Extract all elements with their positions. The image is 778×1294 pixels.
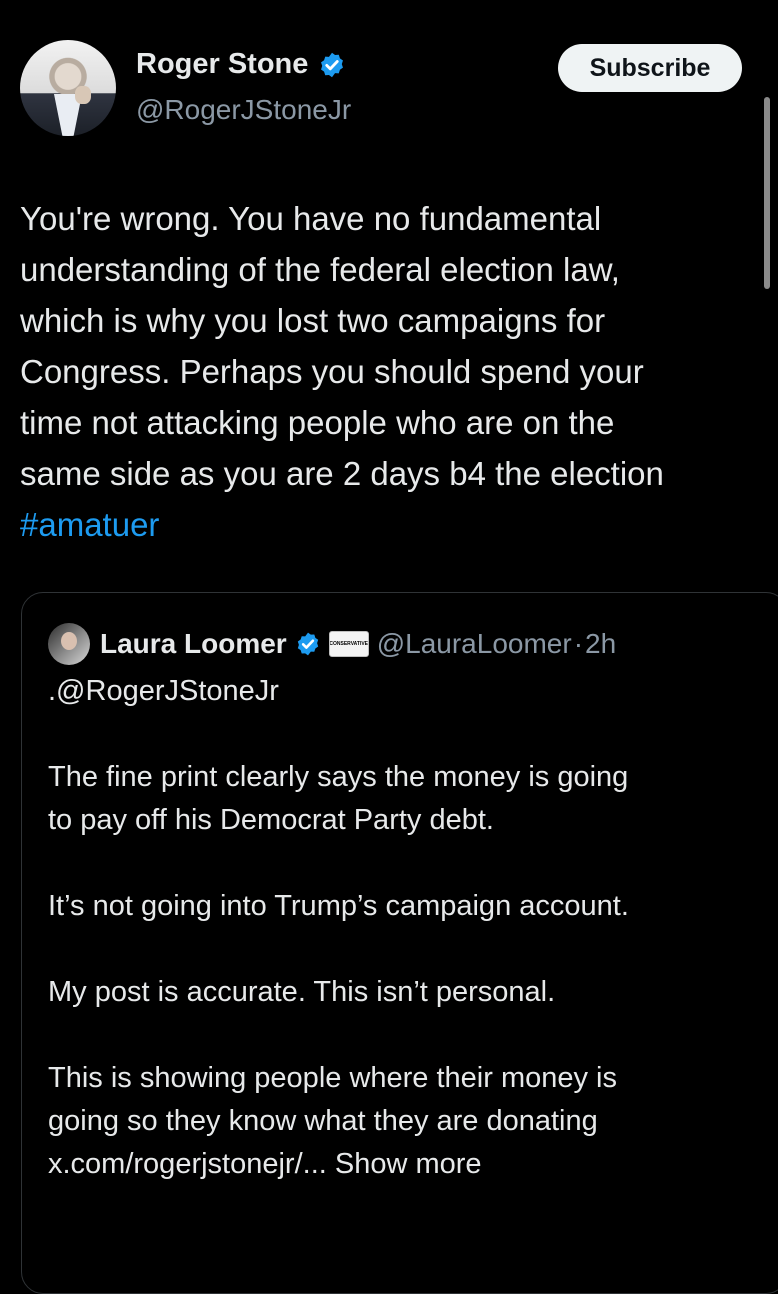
affiliation-badge[interactable]: CONSERVATIVE [328, 631, 369, 657]
truncated-link[interactable]: x.com/rogerjstonejr/... [48, 1148, 327, 1180]
quoted-text-line: It’s not going into Trump’s campaign acc… [48, 890, 629, 922]
post-text: You're wrong. You have no fundamental un… [20, 193, 740, 550]
quoted-post-card[interactable]: Laura Loomer CONSERVATIVE @LauraLoomer ·… [21, 592, 778, 1294]
author-avatar[interactable] [20, 40, 116, 136]
quoted-text-line: to pay off his Democrat Party debt. [48, 804, 494, 836]
meta-separator: · [573, 628, 584, 659]
post-text-line: You're wrong. You have no fundamental [20, 200, 602, 237]
post-text-line: same side as you are 2 days b4 the elect… [20, 455, 664, 492]
quoted-author-handle[interactable]: @LauraLoomer [377, 628, 572, 660]
post-text-line: Congress. Perhaps you should spend your [20, 353, 644, 390]
quoted-text-line: The fine print clearly says the money is… [48, 761, 629, 793]
author-display-name[interactable]: Roger Stone [136, 48, 308, 81]
show-more-link[interactable]: Show more [335, 1148, 482, 1180]
post-text-line: time not attacking people who are on the [20, 404, 615, 441]
mention-link[interactable]: .@RogerJStoneJr [48, 670, 748, 713]
scrollbar[interactable] [764, 97, 770, 289]
author-handle[interactable]: @RogerJStoneJr [136, 94, 351, 126]
author-name-row: Roger Stone [136, 48, 346, 81]
verified-badge-icon [297, 632, 318, 656]
quoted-author-avatar[interactable] [48, 623, 90, 665]
quoted-post-header: Laura Loomer CONSERVATIVE @LauraLoomer ·… [48, 623, 616, 665]
post-text-line: understanding of the federal election la… [20, 251, 620, 288]
quoted-post-text: .@RogerJStoneJr The fine print clearly s… [48, 670, 748, 1186]
verified-badge-icon [321, 52, 344, 77]
quoted-text-line: going so they know what they are donatin… [48, 1105, 598, 1137]
hashtag-link[interactable]: #amatuer [20, 506, 159, 543]
quoted-text-line: My post is accurate. This isn’t personal… [48, 976, 556, 1008]
quoted-text-line: This is showing people where their money… [48, 1062, 617, 1094]
post-text-line: which is why you lost two campaigns for [20, 302, 606, 339]
quoted-author-display-name[interactable]: Laura Loomer [100, 628, 287, 660]
post-header: Roger Stone @RogerJStoneJr Subscribe [20, 40, 750, 140]
subscribe-button[interactable]: Subscribe [558, 44, 742, 92]
post-timestamp[interactable]: 2h [585, 628, 616, 660]
